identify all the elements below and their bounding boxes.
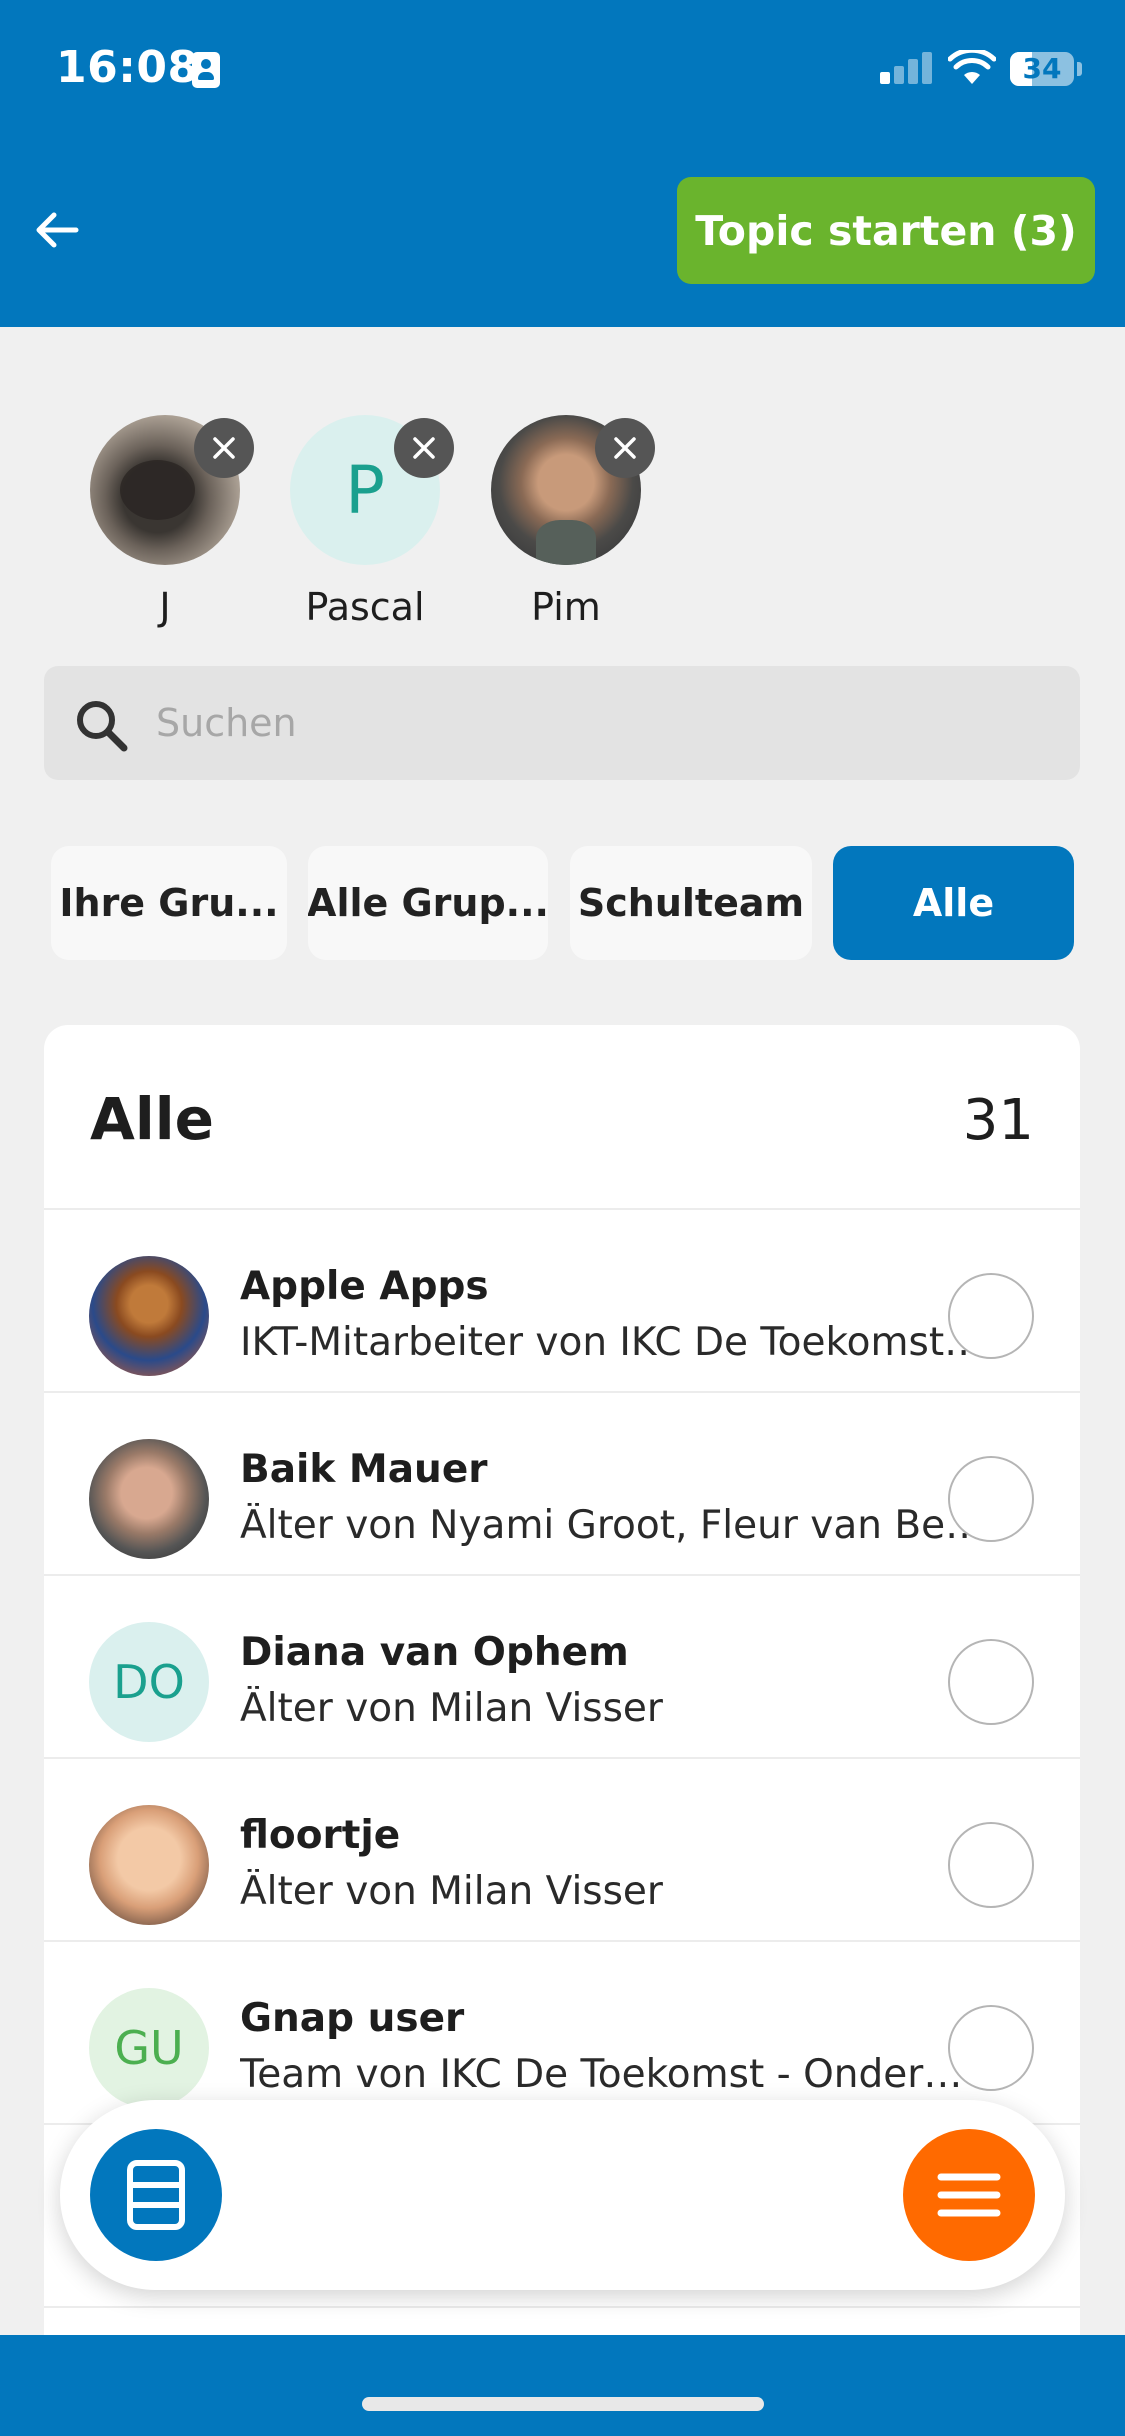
home-indicator[interactable] — [362, 2397, 764, 2411]
search-bar — [44, 666, 1080, 780]
archive-button[interactable] — [90, 2129, 222, 2261]
select-checkbox[interactable] — [948, 1273, 1034, 1359]
search-icon — [77, 701, 128, 752]
list-item[interactable]: DO Diana van Ophem Älter von Milan Visse… — [44, 1576, 1080, 1759]
list-item-name: Diana van Ophem — [240, 1630, 629, 1675]
bottom-action-bar — [60, 2100, 1065, 2290]
avatar: DO — [89, 1622, 209, 1742]
start-topic-button[interactable]: Topic starten (3) — [677, 177, 1095, 284]
list-count: 31 — [962, 1088, 1034, 1153]
selected-recipient-label: Pascal — [305, 585, 425, 629]
list-title: Alle — [90, 1085, 214, 1153]
select-checkbox[interactable] — [948, 2005, 1034, 2091]
archive-icon — [127, 2160, 185, 2230]
filter-tab-all-groups[interactable]: Alle Grup... — [308, 846, 548, 960]
filter-tab-all[interactable]: Alle — [833, 846, 1074, 960]
list-item-name: Apple Apps — [240, 1264, 489, 1309]
search-input[interactable] — [156, 666, 1056, 780]
battery-indicator: 34 — [1010, 52, 1074, 86]
list-item[interactable]: Baik Mauer Älter von Nyami Groot, Fleur … — [44, 1393, 1080, 1576]
status-time: 16:08 — [56, 42, 199, 93]
avatar — [89, 1805, 209, 1925]
list-item[interactable]: GU Gnap user Team von IKC De Toekomst - … — [44, 1942, 1080, 2125]
avatar — [89, 1439, 209, 1559]
selected-recipient — [90, 415, 254, 565]
menu-icon — [937, 2173, 1001, 2217]
select-checkbox[interactable] — [948, 1639, 1034, 1725]
list-item-subtitle: Älter von Nyami Groot, Fleur van Beek — [240, 1503, 985, 1548]
close-icon[interactable] — [194, 418, 254, 478]
selected-recipient-label: Pim — [531, 585, 601, 629]
list-item-subtitle: IKT-Mitarbeiter von IKC De Toekomst - On… — [240, 1320, 985, 1365]
list-item[interactable]: floortje Älter von Milan Visser — [44, 1759, 1080, 1942]
list-item-name: Baik Mauer — [240, 1447, 488, 1492]
contact-card-icon — [192, 52, 220, 88]
close-icon[interactable] — [394, 418, 454, 478]
list-item-name: Gnap user — [240, 1996, 465, 2041]
avatar: GU — [89, 1988, 209, 2108]
bottom-band — [0, 2335, 1125, 2436]
avatar — [89, 1256, 209, 1376]
close-icon[interactable] — [595, 418, 655, 478]
app-header: 16:08 34 Topic starten (3) — [0, 0, 1125, 327]
select-checkbox[interactable] — [948, 1456, 1034, 1542]
selected-recipient — [491, 415, 655, 565]
signal-icon — [880, 52, 936, 84]
menu-button[interactable] — [903, 2129, 1035, 2261]
selected-recipient: P — [290, 415, 454, 565]
filter-tab-your-groups[interactable]: Ihre Gru... — [51, 846, 287, 960]
selected-recipient-label: J — [159, 585, 171, 629]
list-item-subtitle: Älter von Milan Visser — [240, 1869, 663, 1914]
wifi-icon — [948, 50, 996, 84]
battery-tip — [1077, 62, 1082, 76]
filter-tab-school-team[interactable]: Schulteam — [570, 846, 812, 960]
list-item-subtitle: Team von IKC De Toekomst - Onderwijs — [240, 2052, 985, 2097]
list-item-subtitle: Älter von Milan Visser — [240, 1686, 663, 1731]
back-arrow-icon[interactable] — [28, 200, 88, 260]
battery-percent: 34 — [1022, 52, 1062, 85]
list-item[interactable]: Apple Apps IKT-Mitarbeiter von IKC De To… — [44, 1210, 1080, 1393]
select-checkbox[interactable] — [948, 1822, 1034, 1908]
list-item-name: floortje — [240, 1813, 401, 1858]
